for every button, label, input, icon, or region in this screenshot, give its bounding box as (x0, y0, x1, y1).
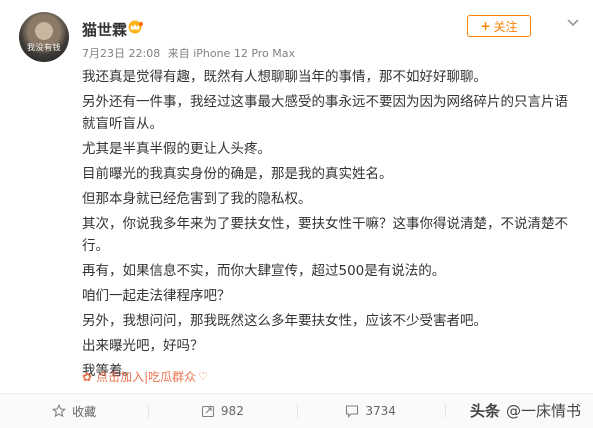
post-line: 我还真是觉得有趣，既然有人想聊聊当年的事情，那不如好好聊聊。 (82, 69, 487, 85)
plus-icon: + (480, 19, 491, 33)
follow-button[interactable]: + 关注 (467, 15, 531, 37)
post-line: 目前曝光的我真实身份的确是，那是我的真实姓名。 (82, 166, 393, 182)
favorite-label: 收藏 (72, 404, 97, 419)
post-line: 其次，你说我多年来为了要扶女性，要扶女性干嘛？这事你得说清楚，不说清楚不行。 (82, 216, 568, 254)
join-group-link[interactable]: ✿ 点击加入|吃瓜群众 ♡ (82, 368, 208, 385)
post-line: 但那本身就已经危害到了我的隐私权。 (82, 191, 312, 207)
join-group-label: 点击加入|吃瓜群众 (96, 370, 197, 384)
avatar[interactable]: 我没有钱 (19, 12, 69, 62)
comment-icon (346, 405, 359, 418)
chevron-down-icon[interactable] (565, 15, 581, 29)
post-line: 另外，我想问问，那我既然这么多年要扶女性，应该不少受害者吧。 (82, 313, 487, 329)
repost-button[interactable]: 982 (148, 394, 296, 428)
post-line: 另外还有一件事，我经过这事最大感受的事永远不要因为因为网络碎片的只言片语就盲听盲… (82, 94, 568, 132)
weibo-post-card: 我没有钱 猫世霖 7月23日 22:08 来自 iPhone 12 Pro Ma… (0, 0, 593, 428)
comment-count: 3734 (365, 404, 396, 418)
post-time[interactable]: 7月23日 22:08 (82, 47, 160, 60)
heart-icon: ♡ (198, 370, 208, 383)
repost-count: 982 (220, 404, 244, 418)
post-source: 来自 iPhone 12 Pro Max (167, 47, 296, 60)
post-content: 我还真是觉得有趣，既然有人想聊聊当年的事情，那不如好好聊聊。 另外还有一件事，我… (82, 66, 577, 385)
favorite-button[interactable]: 收藏 (0, 394, 148, 428)
post-meta: 7月23日 22:08 来自 iPhone 12 Pro Max (82, 45, 299, 61)
watermark-text: @一床情书 (506, 402, 582, 420)
repost-icon (201, 405, 214, 418)
username[interactable]: 猫世霖 (82, 19, 127, 40)
post-line: 再有，如果信息不实，而你大肆宣传，超过500是有说法的。 (82, 263, 446, 279)
flower-icon: ✿ (82, 369, 93, 384)
post-line: 尤其是半真半假的更让人头疼。 (82, 141, 271, 157)
watermark-brand: 头条 (470, 402, 501, 420)
crown-icon (125, 19, 145, 35)
star-icon (52, 404, 67, 418)
watermark: 头条 @一床情书 (470, 400, 581, 421)
follow-label: 关注 (493, 19, 518, 34)
post-line: 咱们一起走法律程序吧？ (82, 288, 231, 304)
post-line: 出来曝光吧，好吗？ (82, 338, 204, 354)
comment-button[interactable]: 3734 (296, 394, 445, 428)
avatar-caption: 我没有钱 (27, 43, 61, 52)
